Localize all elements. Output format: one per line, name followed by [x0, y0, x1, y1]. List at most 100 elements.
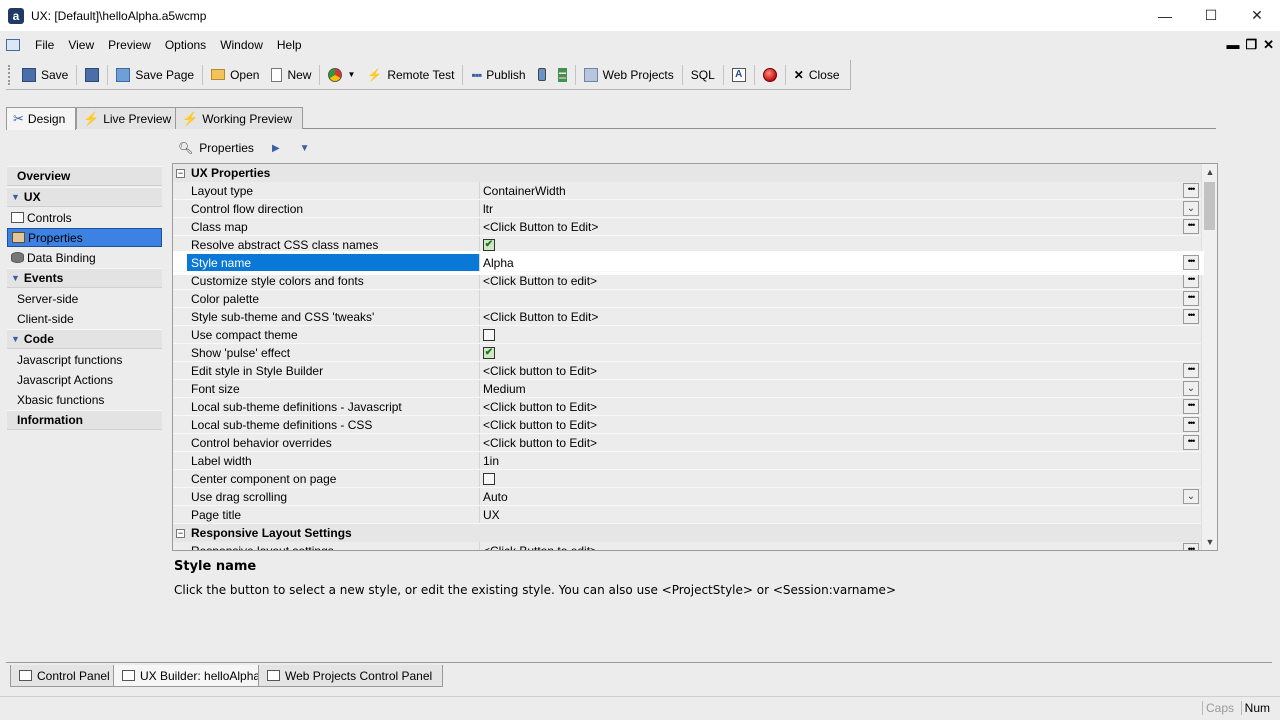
dropdown-button[interactable]: ⌄	[1183, 489, 1199, 504]
property-row[interactable]: Class map <Click Button to Edit> •••	[173, 218, 1201, 236]
property-value-cell[interactable]: Auto ⌄	[480, 488, 1201, 505]
property-value-cell[interactable]: Alpha •••	[480, 254, 1201, 271]
open-button[interactable]: Open	[205, 63, 265, 87]
record-button[interactable]	[757, 63, 783, 87]
search-icon[interactable]: 🔍︎	[178, 141, 193, 155]
mobile-preview-button[interactable]	[532, 63, 552, 87]
property-value-cell[interactable]: ✔	[480, 236, 1201, 253]
menu-view[interactable]: View	[61, 38, 101, 52]
menu-options[interactable]: Options	[158, 38, 213, 52]
ellipsis-button[interactable]: •••	[1183, 435, 1199, 450]
ellipsis-button[interactable]: •••	[1183, 399, 1199, 414]
menu-preview[interactable]: Preview	[101, 38, 158, 52]
document-menu-icon[interactable]	[6, 39, 20, 51]
property-row[interactable]: Local sub-theme definitions - Javascript…	[173, 398, 1201, 416]
tab-control-panel[interactable]: Control Panel	[10, 665, 121, 687]
font-button[interactable]: A	[726, 63, 752, 87]
property-checkbox[interactable]	[483, 472, 495, 485]
property-row[interactable]: Control flow direction ltr ⌄	[173, 200, 1201, 218]
close-window-button[interactable]: ✕	[1234, 0, 1280, 31]
nav-information[interactable]: Information	[7, 410, 162, 430]
property-row[interactable]: Show 'pulse' effect ✔	[173, 344, 1201, 362]
property-row[interactable]: Label width 1in	[173, 452, 1201, 470]
property-value-cell[interactable]: •••	[480, 290, 1201, 307]
property-value-cell[interactable]: UX	[480, 506, 1201, 523]
ellipsis-button[interactable]: •••	[1183, 291, 1199, 306]
property-checkbox[interactable]	[483, 328, 495, 341]
publish-button[interactable]: ▪▪▪ Publish	[465, 63, 531, 87]
tab-design[interactable]: ✂ Design	[6, 107, 77, 130]
menu-help[interactable]: Help	[270, 38, 309, 52]
minimize-button[interactable]: —	[1142, 0, 1188, 31]
ellipsis-button[interactable]: •••	[1183, 543, 1199, 550]
ellipsis-button[interactable]: •••	[1183, 219, 1199, 234]
web-projects-button[interactable]: Web Projects	[578, 63, 680, 87]
menu-file[interactable]: File	[28, 38, 61, 52]
nav-section-ux[interactable]: ▼ UX	[7, 187, 162, 207]
property-value-cell[interactable]: ContainerWidth •••	[480, 182, 1201, 199]
category-ux-properties[interactable]: − UX Properties	[173, 164, 1201, 182]
scroll-down-icon[interactable]: ▼	[1202, 534, 1217, 550]
expand-right-icon[interactable]: ▶	[272, 143, 280, 154]
property-value-cell[interactable]: ltr ⌄	[480, 200, 1201, 217]
remote-test-button[interactable]: ⚡ Remote Test	[361, 63, 460, 87]
nav-item-controls[interactable]: Controls	[7, 208, 162, 227]
property-value-cell[interactable]: <Click Button to Edit> •••	[480, 218, 1201, 235]
collapse-toggle-icon[interactable]: −	[176, 528, 185, 538]
property-value-cell[interactable]: <Click button to Edit> •••	[480, 416, 1201, 433]
mdi-close-icon[interactable]: ✕	[1263, 37, 1274, 53]
nav-section-code[interactable]: ▼ Code	[7, 329, 162, 349]
tab-ux-builder[interactable]: UX Builder: helloAlpha	[113, 665, 272, 687]
save-button[interactable]: Save	[16, 63, 74, 87]
maximize-button[interactable]: ☐	[1188, 0, 1234, 31]
chevron-down-icon[interactable]: ▼	[300, 143, 310, 154]
ellipsis-button[interactable]: •••	[1183, 363, 1199, 378]
property-value-cell[interactable]: <Click Button to edit> •••	[480, 542, 1201, 550]
property-value-cell[interactable]: 1in	[480, 452, 1201, 469]
ellipsis-button[interactable]: •••	[1183, 309, 1199, 324]
property-value-cell[interactable]: <Click button to Edit> •••	[480, 434, 1201, 451]
ellipsis-button[interactable]: •••	[1183, 255, 1199, 270]
property-row[interactable]: Font size Medium ⌄	[173, 380, 1201, 398]
mdi-restore-icon[interactable]: ❐	[1245, 37, 1257, 53]
save-all-button[interactable]	[79, 63, 105, 87]
property-row[interactable]: Control behavior overrides <Click button …	[173, 434, 1201, 452]
property-value-cell[interactable]	[480, 326, 1201, 343]
property-row[interactable]: Layout type ContainerWidth •••	[173, 182, 1201, 200]
property-value-cell[interactable]: <Click button to Edit> •••	[480, 362, 1201, 379]
property-row[interactable]: Page title UX	[173, 506, 1201, 524]
tab-web-projects-control-panel[interactable]: Web Projects Control Panel	[258, 665, 444, 687]
nav-item-properties[interactable]: Properties	[7, 228, 162, 247]
nav-item-server-side[interactable]: Server-side	[7, 289, 162, 308]
nav-overview[interactable]: Overview	[7, 166, 162, 186]
mdi-minimize-icon[interactable]: ▬	[1226, 37, 1239, 53]
property-row[interactable]: Edit style in Style Builder <Click button…	[173, 362, 1201, 380]
property-value-cell[interactable]: <Click Button to edit> •••	[480, 272, 1201, 289]
save-page-button[interactable]: Save Page	[110, 63, 200, 87]
property-row[interactable]: Resolve abstract CSS class names ✔	[173, 236, 1201, 254]
ellipsis-button[interactable]: •••	[1183, 273, 1199, 288]
scroll-up-icon[interactable]: ▲	[1202, 164, 1217, 180]
property-row[interactable]: Responsive layout settings <Click Button …	[173, 542, 1201, 550]
property-row[interactable]: Customize style colors and fonts <Click B…	[173, 272, 1201, 290]
sql-button[interactable]: SQL	[685, 63, 721, 87]
property-row[interactable]: Local sub-theme definitions - CSS <Click …	[173, 416, 1201, 434]
nav-item-client-side[interactable]: Client-side	[7, 309, 162, 328]
grid-scrollbar[interactable]: ▲ ▼	[1201, 164, 1217, 550]
close-button[interactable]: ✕ Close	[788, 63, 846, 87]
property-row[interactable]: Center component on page	[173, 470, 1201, 488]
ellipsis-button[interactable]: •••	[1183, 417, 1199, 432]
tab-working-preview[interactable]: ⚡ Working Preview	[175, 107, 303, 129]
new-button[interactable]: New	[265, 63, 317, 87]
chevron-down-icon[interactable]: ▼	[347, 70, 355, 79]
ellipsis-button[interactable]: •••	[1183, 183, 1199, 198]
nav-item-data-binding[interactable]: Data Binding	[7, 248, 162, 267]
property-row[interactable]: Style name Alpha •••	[173, 254, 1201, 272]
category-responsive-layout[interactable]: − Responsive Layout Settings	[173, 524, 1201, 542]
dropdown-button[interactable]: ⌄	[1183, 201, 1199, 216]
menu-window[interactable]: Window	[213, 38, 270, 52]
tab-live-preview[interactable]: ⚡ Live Preview	[76, 107, 183, 129]
property-checkbox[interactable]: ✔	[483, 238, 495, 251]
scroll-thumb[interactable]	[1204, 182, 1215, 230]
browser-preview-button[interactable]: ▼	[322, 63, 361, 87]
